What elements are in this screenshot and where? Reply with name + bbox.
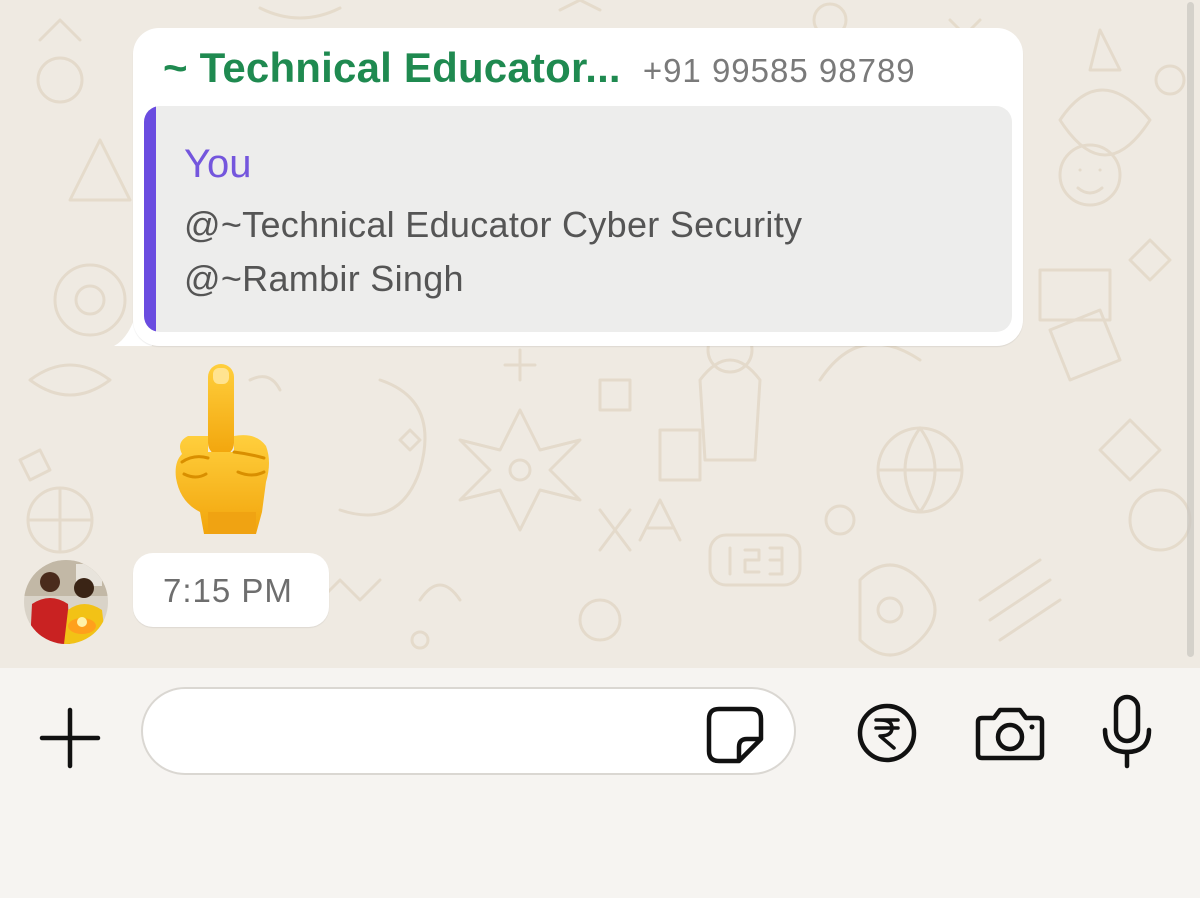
middle-finger-emoji[interactable] bbox=[168, 362, 278, 537]
sender-name[interactable]: ~ Technical Educator... bbox=[163, 44, 621, 92]
quoted-message[interactable]: You @~Technical Educator Cyber Security … bbox=[144, 106, 1012, 332]
camera-icon bbox=[975, 707, 1045, 761]
payment-button[interactable] bbox=[852, 698, 922, 768]
time-bubble[interactable]: 7:15 PM bbox=[133, 553, 329, 627]
microphone-icon bbox=[1102, 694, 1152, 769]
composer-bar bbox=[0, 668, 1200, 898]
sender-header: ~ Technical Educator... +91 99585 98789 bbox=[163, 44, 916, 92]
camera-button[interactable] bbox=[970, 698, 1050, 768]
chat-screen: ~ Technical Educator... +91 99585 98789 … bbox=[0, 0, 1200, 898]
sender-phone[interactable]: +91 99585 98789 bbox=[643, 52, 916, 90]
scrollbar[interactable] bbox=[1187, 2, 1194, 657]
chat-message-area[interactable]: ~ Technical Educator... +91 99585 98789 … bbox=[0, 0, 1200, 668]
plus-icon bbox=[39, 707, 101, 769]
attach-button[interactable] bbox=[30, 698, 110, 778]
quote-accent-bar bbox=[144, 106, 156, 332]
message-input-box[interactable] bbox=[141, 687, 796, 775]
rupee-payment-icon bbox=[857, 703, 917, 763]
quote-mention-line: @~Technical Educator Cyber Security bbox=[184, 204, 803, 245]
message-input[interactable] bbox=[171, 703, 695, 761]
sticker-icon bbox=[706, 706, 764, 764]
sticker-button[interactable] bbox=[702, 702, 768, 768]
microphone-button[interactable] bbox=[1092, 690, 1162, 774]
quote-author: You bbox=[184, 142, 252, 186]
message-bubble[interactable]: ~ Technical Educator... +91 99585 98789 … bbox=[133, 28, 1023, 346]
quote-mention-line: @~Rambir Singh bbox=[184, 258, 464, 299]
sender-avatar[interactable] bbox=[24, 560, 108, 644]
message-time: 7:15 PM bbox=[163, 572, 293, 609]
